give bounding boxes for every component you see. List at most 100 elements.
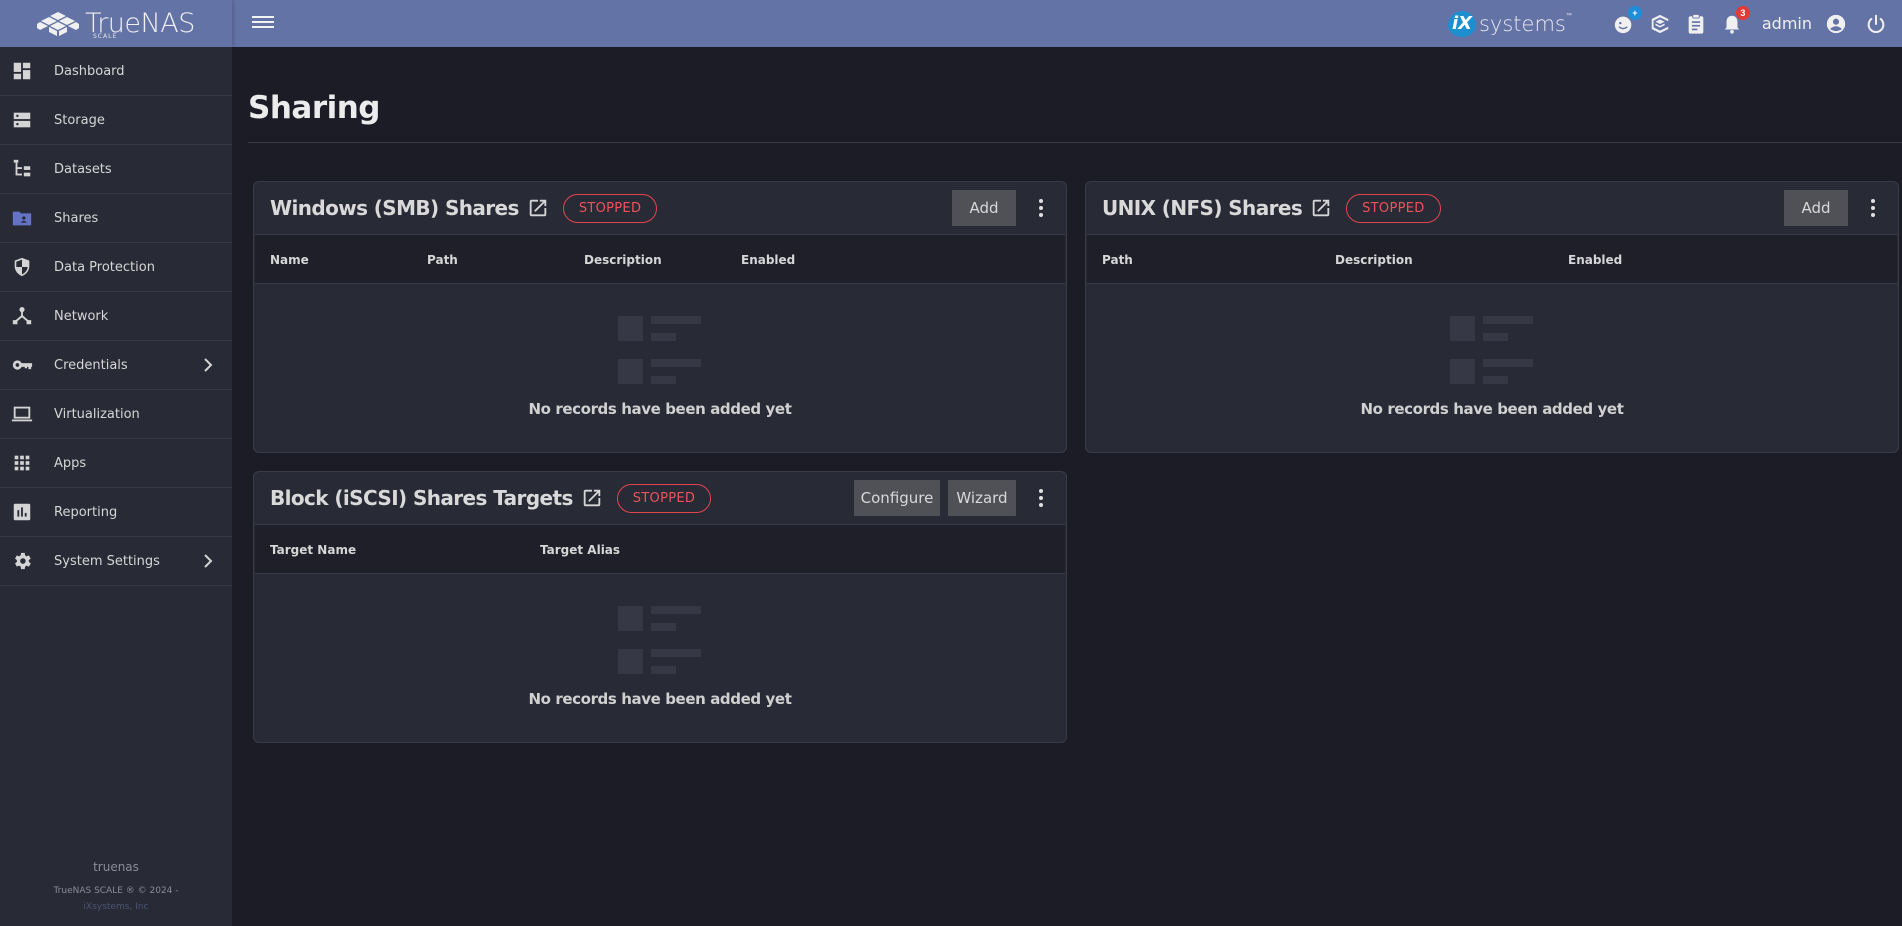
- dashboard-icon: [10, 59, 34, 83]
- notifications-button[interactable]: 3: [1720, 5, 1750, 36]
- column-header-description[interactable]: Description: [584, 253, 662, 267]
- shares-folder-icon: [10, 206, 34, 230]
- column-header-name[interactable]: Name: [270, 253, 309, 267]
- kebab-dot: [1871, 213, 1875, 217]
- card-header: Windows (SMB) Shares STOPPED Add: [254, 182, 1066, 234]
- sidebar-item-data-protection[interactable]: Data Protection: [0, 243, 232, 292]
- sidebar-footer: truenas TrueNAS SCALE ® © 2024 - iXsyste…: [0, 860, 232, 926]
- sidebar-item-apps[interactable]: Apps: [0, 439, 232, 488]
- company-link[interactable]: iXsystems, Inc: [0, 902, 232, 912]
- sidebar-item-label: Virtualization: [54, 406, 140, 422]
- card-header: Block (iSCSI) Shares Targets STOPPED Con…: [254, 472, 1066, 524]
- sidebar-item-reporting[interactable]: Reporting: [0, 488, 232, 537]
- truenas-logo[interactable]: TrueNAS SCALE: [0, 0, 232, 47]
- column-header-target-alias[interactable]: Target Alias: [540, 543, 620, 557]
- kebab-dot: [1039, 496, 1043, 500]
- card-header: UNIX (NFS) Shares STOPPED Add: [1086, 182, 1898, 234]
- column-header-path[interactable]: Path: [1102, 253, 1133, 267]
- kebab-dot: [1871, 206, 1875, 210]
- gear-icon: [10, 549, 34, 573]
- empty-message: No records have been added yet: [1360, 400, 1624, 418]
- empty-message: No records have been added yet: [528, 400, 792, 418]
- empty-list-illustration-icon: [618, 316, 702, 384]
- card-actions: Add: [1784, 190, 1890, 226]
- shield-icon: [10, 255, 34, 279]
- feedback-badge: +: [1627, 5, 1642, 20]
- notification-count-badge: 3: [1735, 5, 1750, 20]
- wizard-button[interactable]: Wizard: [948, 480, 1016, 516]
- toolbar-actions: iX systems™ + 3 admin: [1447, 0, 1902, 47]
- column-header-description[interactable]: Description: [1335, 253, 1413, 267]
- sidebar-item-credentials[interactable]: Credentials: [0, 341, 232, 390]
- apps-grid-icon: [10, 451, 34, 475]
- menu-icon-bar: [252, 26, 274, 28]
- card-title[interactable]: Windows (SMB) Shares: [270, 196, 519, 220]
- menu-icon-bar: [252, 16, 274, 18]
- card-actions: Add: [952, 190, 1058, 226]
- sidebar-item-label: Apps: [54, 455, 87, 471]
- card-title[interactable]: UNIX (NFS) Shares: [1102, 196, 1303, 220]
- empty-state: No records have been added yet: [1086, 284, 1898, 450]
- sidebar-toggle-button[interactable]: [252, 13, 274, 33]
- ix-badge: iX: [1447, 10, 1476, 37]
- card-title[interactable]: Block (iSCSI) Shares Targets: [270, 486, 573, 510]
- power-icon: [1867, 14, 1885, 33]
- table-header-row: Name Path Description Enabled: [255, 234, 1065, 284]
- account-button[interactable]: [1824, 12, 1848, 36]
- iscsi-targets-card: Block (iSCSI) Shares Targets STOPPED Con…: [253, 471, 1067, 743]
- column-header-enabled[interactable]: Enabled: [1568, 253, 1622, 267]
- sidebar-item-label: Datasets: [54, 161, 112, 177]
- column-header-target-name[interactable]: Target Name: [270, 543, 356, 557]
- sidebar: Dashboard Storage Datasets Shares Data P…: [0, 47, 232, 926]
- top-toolbar: TrueNAS SCALE iX systems™ + 3 admin: [0, 0, 1902, 47]
- network-icon: [10, 304, 34, 328]
- sidebar-item-virtualization[interactable]: Virtualization: [0, 390, 232, 439]
- sidebar-item-label: Network: [54, 308, 109, 324]
- jobs-button[interactable]: [1684, 12, 1708, 36]
- open-in-new-icon[interactable]: [527, 197, 549, 219]
- more-options-button[interactable]: [1856, 190, 1890, 226]
- empty-list-illustration-icon: [1450, 316, 1534, 384]
- more-options-button[interactable]: [1024, 480, 1058, 516]
- kebab-dot: [1039, 503, 1043, 507]
- add-nfs-share-button[interactable]: Add: [1784, 190, 1848, 226]
- laptop-icon: [10, 402, 34, 426]
- sidebar-item-storage[interactable]: Storage: [0, 96, 232, 145]
- add-smb-share-button[interactable]: Add: [952, 190, 1016, 226]
- ix-name: systems™: [1478, 11, 1572, 36]
- open-in-new-icon[interactable]: [1310, 197, 1332, 219]
- status-badge: STOPPED: [616, 483, 712, 513]
- kebab-dot: [1039, 213, 1043, 217]
- kebab-dot: [1871, 199, 1875, 203]
- menu-icon-bar: [252, 21, 274, 23]
- empty-list-illustration-icon: [618, 606, 702, 674]
- key-icon: [10, 353, 34, 377]
- sidebar-item-system-settings[interactable]: System Settings: [0, 537, 232, 586]
- open-in-new-icon[interactable]: [581, 487, 603, 509]
- truecommand-icon: [1651, 14, 1669, 33]
- reporting-icon: [10, 500, 34, 524]
- configure-button[interactable]: Configure: [854, 480, 940, 516]
- sidebar-item-shares[interactable]: Shares: [0, 194, 232, 243]
- copyright: TrueNAS SCALE ® © 2024 -: [53, 886, 179, 896]
- sidebar-item-label: Shares: [54, 210, 99, 226]
- status-badge: STOPPED: [562, 193, 658, 223]
- more-options-button[interactable]: [1024, 190, 1058, 226]
- sidebar-item-label: Reporting: [54, 504, 118, 520]
- storage-icon: [10, 108, 34, 132]
- column-header-enabled[interactable]: Enabled: [741, 253, 795, 267]
- sidebar-item-datasets[interactable]: Datasets: [0, 145, 232, 194]
- chevron-right-icon: [204, 358, 213, 372]
- power-button[interactable]: [1864, 12, 1888, 36]
- column-header-path[interactable]: Path: [427, 253, 458, 267]
- sidebar-item-network[interactable]: Network: [0, 292, 232, 341]
- truecommand-button[interactable]: [1648, 12, 1672, 36]
- empty-state: No records have been added yet: [254, 284, 1066, 450]
- sidebar-item-dashboard[interactable]: Dashboard: [0, 47, 232, 96]
- status-badge: STOPPED: [1346, 193, 1441, 223]
- ixsystems-logo[interactable]: iX systems™: [1447, 10, 1572, 37]
- feedback-button[interactable]: +: [1612, 5, 1642, 36]
- user-name[interactable]: admin: [1762, 14, 1812, 33]
- sidebar-item-label: Data Protection: [54, 259, 155, 275]
- jobs-clipboard-icon: [1688, 13, 1704, 34]
